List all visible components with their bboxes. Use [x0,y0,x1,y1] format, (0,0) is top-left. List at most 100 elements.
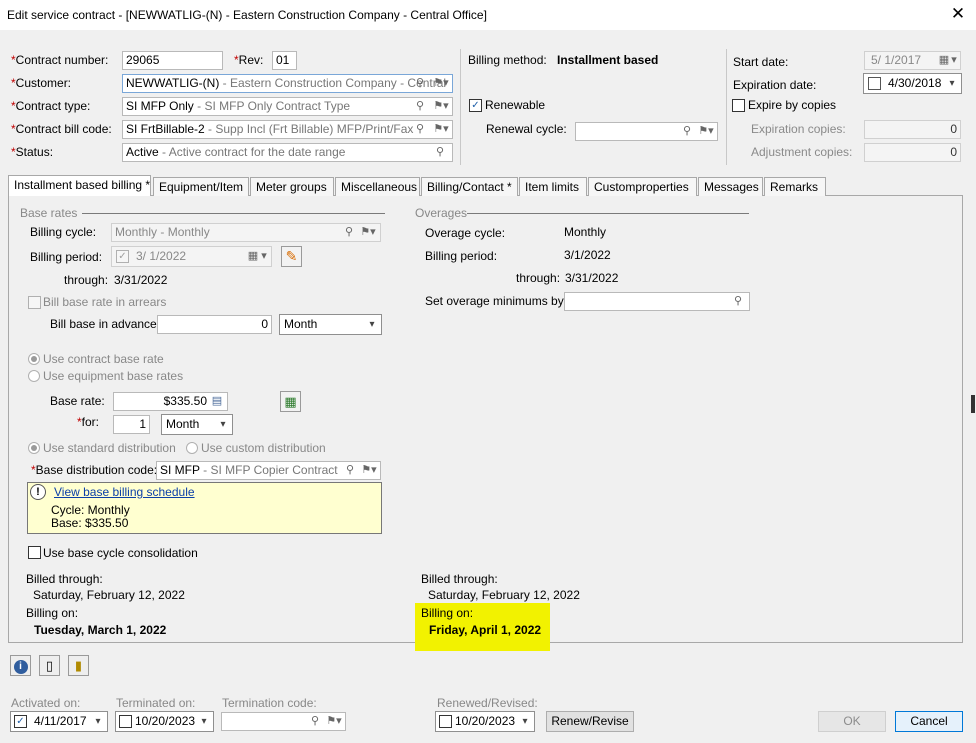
standard-distribution-radio[interactable] [28,442,40,454]
flag-menu-icon[interactable]: ⚑▾ [324,714,344,729]
billing-method-value: Installment based [557,53,659,67]
bill-advance-input[interactable]: 0 [157,315,272,334]
expire-by-copies-checkbox[interactable] [732,99,745,112]
chevron-down-icon[interactable]: ▾ [257,249,271,264]
search-icon[interactable]: ⚲ [308,714,322,729]
overage-billing-period-label: Billing period: [425,249,498,263]
flag-menu-icon[interactable]: ⚑▾ [696,124,716,139]
expiration-date-picker[interactable]: 4/30/2018 ▾ [863,73,962,94]
overage-minimums-input[interactable]: ⚲ [564,292,750,311]
base-billing-on-value: Tuesday, March 1, 2022 [34,623,167,637]
chevron-down-icon[interactable]: ▾ [89,712,107,731]
tab-messages[interactable]: Messages [698,177,763,196]
search-icon[interactable]: ⚲ [731,294,745,309]
ok-button[interactable]: OK [818,711,886,732]
view-schedule-link[interactable]: View base billing schedule [54,485,195,500]
info-button[interactable]: i [10,655,31,676]
search-icon[interactable]: ⚲ [342,225,356,240]
search-icon[interactable]: ⚲ [343,463,357,478]
terminated-on-checkbox[interactable] [119,715,132,728]
base-rate-input[interactable]: $335.50 ▤ [113,392,228,411]
tab-remarks[interactable]: Remarks [764,177,826,196]
chevron-down-icon[interactable]: ▾ [214,415,232,434]
document-icon: ▮ [74,658,83,673]
standard-distribution-label: Use standard distribution [43,441,176,455]
use-equipment-rates-label: Use equipment base rates [43,369,184,383]
tab-billing-contact[interactable]: Billing/Contact * [421,177,518,196]
billing-period-input[interactable]: 3/ 1/2022 ✓ ▦ ▾ [111,246,272,267]
tab-installment-billing[interactable]: Installment based billing * [8,175,151,196]
base-cycle-consolidation-label: Use base cycle consolidation [43,546,198,560]
bill-advance-unit-select[interactable]: Month ▾ [279,314,382,335]
search-icon[interactable]: ⚲ [413,76,427,91]
termination-code-input[interactable]: ⚲ ⚑▾ [221,712,346,731]
renewable-checkbox[interactable]: ✓ [469,99,482,112]
search-icon[interactable]: ⚲ [680,124,694,139]
flag-menu-icon[interactable]: ⚑▾ [359,463,379,478]
use-contract-rate-radio[interactable] [28,353,40,365]
edit-pencil-button[interactable]: ✎ [281,246,302,267]
overages-divider [467,213,749,214]
flag-menu-icon[interactable]: ⚑▾ [431,122,451,137]
flag-menu-icon[interactable]: ⚑▾ [358,225,378,240]
search-icon[interactable]: ⚲ [433,145,447,160]
for-unit-select[interactable]: Month ▾ [161,414,233,435]
status-input[interactable]: Active - Active contract for the date ra… [122,143,453,162]
chevron-down-icon[interactable]: ▾ [363,315,381,334]
start-date-label: Start date: [733,55,789,69]
base-cycle-consolidation-checkbox[interactable] [28,546,41,559]
start-date-input[interactable]: 5/ 1/2017 ▦ ▾ [864,51,961,70]
chevron-down-icon[interactable]: ▾ [943,74,961,93]
renew-revise-button[interactable]: Renew/Revise [546,711,634,732]
overage-billed-through-label: Billed through: [421,572,498,586]
tab-customproperties[interactable]: Customproperties [588,177,697,196]
renewal-cycle-input[interactable]: ⚲ ⚑▾ [575,122,718,141]
overage-through-value: 3/31/2022 [565,271,619,285]
contract-bill-code-input[interactable]: SI FrtBillable-2 - Supp Incl (Frt Billab… [122,120,453,139]
use-equipment-rates-radio[interactable] [28,370,40,382]
billing-cycle-input[interactable]: Monthly - Monthly ⚲ ⚑▾ [111,223,381,242]
overage-cycle-value: Monthly [564,225,607,239]
search-icon[interactable]: ⚲ [413,99,427,114]
tab-miscellaneous[interactable]: Miscellaneous [335,177,420,196]
rev-label: *Rev: [234,53,264,67]
billing-period-checkbox[interactable]: ✓ [116,250,129,263]
renewed-revised-picker[interactable]: 10/20/2023 ▾ [435,711,535,732]
base-billed-through-label: Billed through: [26,572,103,586]
bill-arrears-checkbox[interactable] [28,296,41,309]
chevron-down-icon[interactable]: ▾ [516,712,534,731]
cancel-button[interactable]: Cancel [895,711,963,732]
activated-on-picker[interactable]: 4/11/2017 ✓ ▾ [10,711,108,732]
documents-button[interactable]: ▮ [68,655,89,676]
terminated-on-picker[interactable]: 10/20/2023 ▾ [115,711,214,732]
notes-button[interactable]: ▯ [39,655,60,676]
customer-label: *Customer: [11,76,72,90]
chevron-down-icon[interactable]: ▾ [195,712,213,731]
flag-menu-icon[interactable]: ⚑▾ [431,76,451,91]
tab-equipment-item[interactable]: Equipment/Item [153,177,249,196]
search-icon[interactable]: ⚲ [413,122,427,137]
dist-code-input[interactable]: SI MFP - SI MFP Copier Contract ⚲ ⚑▾ [156,461,381,480]
rate-schedule-button[interactable]: ▦ [280,391,301,412]
close-icon[interactable]: ✕ [950,4,966,24]
renewed-revised-checkbox[interactable] [439,715,452,728]
expiration-copies-input[interactable]: 0 [864,120,961,139]
chevron-down-icon[interactable]: ▾ [947,53,960,68]
adjustment-copies-input[interactable]: 0 [864,143,961,162]
calculator-icon[interactable]: ▤ [210,394,224,409]
tab-item-limits[interactable]: Item limits [519,177,587,196]
customer-input[interactable]: NEWWATLIG-(N) - Eastern Construction Com… [122,74,453,93]
custom-distribution-radio[interactable] [186,442,198,454]
tab-meter-groups[interactable]: Meter groups [250,177,334,196]
flag-menu-icon[interactable]: ⚑▾ [431,99,451,114]
activated-on-checkbox[interactable]: ✓ [14,715,27,728]
rev-input[interactable]: 01 [272,51,297,70]
for-input[interactable]: 1 [113,415,150,434]
contract-type-input[interactable]: SI MFP Only - SI MFP Only Contract Type … [122,97,453,116]
expire-by-copies-label: Expire by copies [748,98,837,112]
title-bar: Edit service contract - [NEWWATLIG-(N) -… [0,0,976,30]
expiration-date-checkbox[interactable] [868,77,881,90]
dist-code-label: *Base distribution code: [31,463,158,477]
contract-number-input[interactable]: 29065 [122,51,223,70]
base-billing-on-label: Billing on: [26,606,79,620]
